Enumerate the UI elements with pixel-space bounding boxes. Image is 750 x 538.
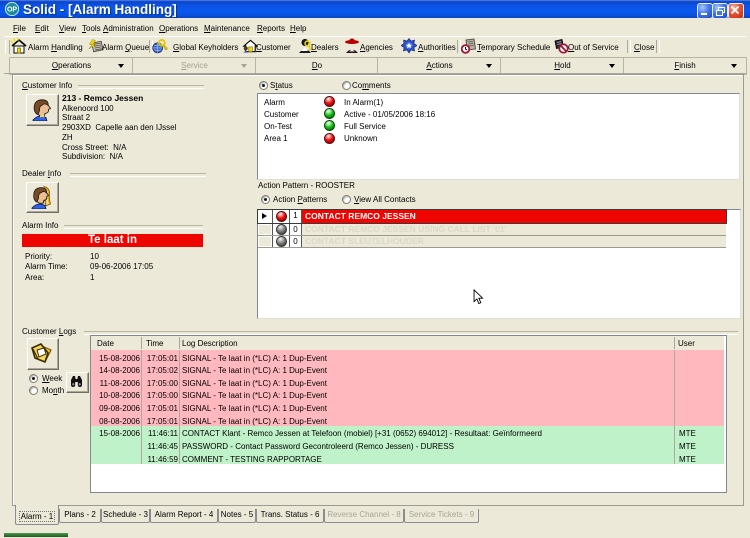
svg-text:OP: OP xyxy=(7,7,17,14)
